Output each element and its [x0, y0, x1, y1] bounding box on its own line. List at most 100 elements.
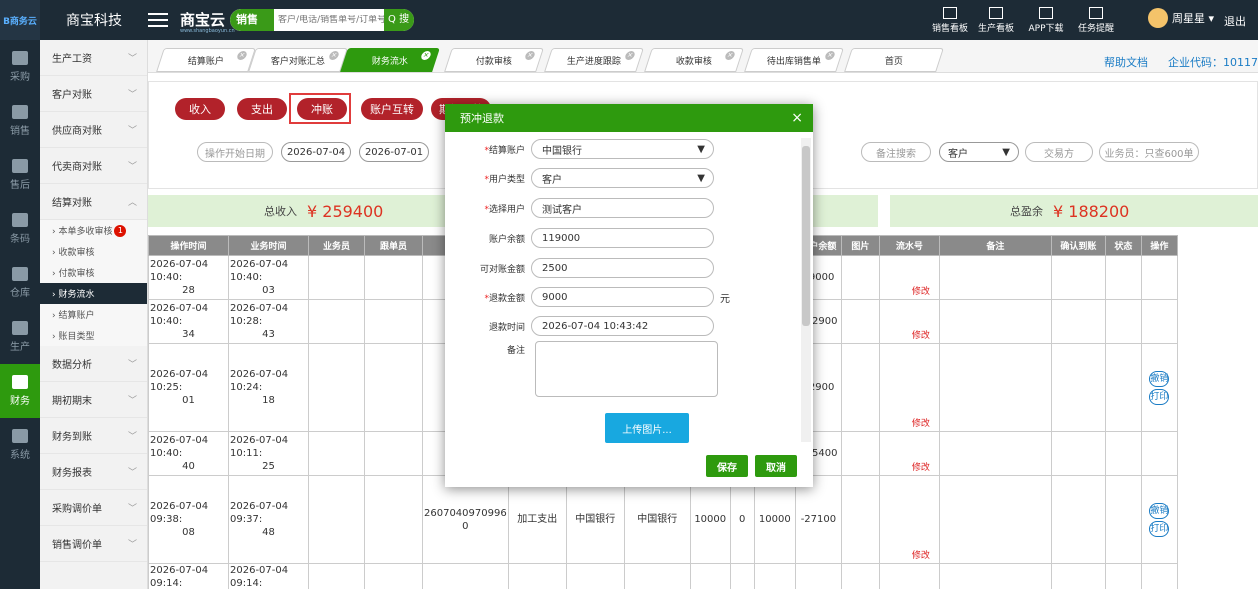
print-button[interactable]: 打印	[1149, 520, 1170, 537]
customer-select[interactable]: 客户 ▼	[939, 142, 1019, 162]
close-icon[interactable]: ×	[824, 51, 836, 60]
close-icon[interactable]: ×	[524, 51, 536, 60]
module-barcode[interactable]: 条码	[0, 202, 40, 256]
module-finance[interactable]: 财务	[0, 364, 40, 418]
sidebar-item-finance-arrival[interactable]: 财务到账 ﹀	[40, 418, 147, 454]
sidebar-item-agent-recon[interactable]: 代卖商对账 ﹀	[40, 148, 147, 184]
cell-op-time: 2026-07-04 09:38: 08	[148, 475, 229, 564]
module-purchase[interactable]: 采购	[0, 40, 40, 94]
module-aftersale[interactable]: 售后	[0, 148, 40, 202]
remark-textarea[interactable]	[535, 341, 718, 397]
user-label-text: 选择用户	[488, 204, 525, 215]
sidebar-item-finance-report[interactable]: 财务报表 ﹀	[40, 454, 147, 490]
date-field-1[interactable]: 2026-07-04	[281, 142, 351, 162]
cell	[840, 299, 880, 344]
available-field[interactable]: 2500	[531, 258, 714, 278]
cancel-button[interactable]: 取消	[755, 455, 797, 477]
tab-payment-audit[interactable]: 付款审核 ×	[444, 48, 544, 72]
sidebar-sub-payment-audit[interactable]: › 付款审核	[40, 262, 147, 283]
edit-link[interactable]: 修改	[881, 286, 938, 299]
tab-pending-outbound[interactable]: 待出库销售单 ×	[744, 48, 844, 72]
remark-label: 备注	[506, 346, 525, 356]
edit-link[interactable]: 修改	[881, 550, 938, 563]
cell-op-time: 2026-07-04 10:40: 28	[148, 255, 229, 300]
close-icon[interactable]: ×	[624, 51, 636, 60]
form-row-time: 退款时间 2026-07-04 10:43:42	[445, 313, 805, 339]
start-date-field[interactable]: 操作开始日期	[197, 142, 273, 162]
edit-link[interactable]: 修改	[881, 330, 938, 343]
sidebar-sub-settle-account[interactable]: › 结算账户	[40, 304, 147, 325]
cancel-entry-button[interactable]: 撤销	[1149, 502, 1170, 519]
scrollbar-thumb[interactable]	[802, 146, 810, 326]
search-button[interactable]: Q 搜索	[384, 9, 414, 31]
edit-link[interactable]: 修改	[881, 418, 938, 431]
sidebar-item-sales-price[interactable]: 销售调价单 ﹀	[40, 526, 147, 562]
sidebar-item-customer-recon[interactable]: 客户对账 ﹀	[40, 76, 147, 112]
upload-image-button[interactable]: 上传图片...	[605, 413, 689, 443]
user-field[interactable]: 测试客户	[531, 198, 714, 218]
nav-production-board[interactable]: 生产看板	[970, 0, 1022, 40]
close-icon[interactable]: ×	[724, 51, 736, 60]
usertype-select[interactable]: 客户 ▼	[531, 168, 714, 188]
help-doc-link[interactable]: 帮助文档	[1104, 54, 1148, 70]
account-transfer-button[interactable]: 账户互转	[361, 98, 423, 120]
income-button[interactable]: 收入	[175, 98, 225, 120]
col-op-time: 操作时间	[148, 235, 229, 256]
tab-finance-flow[interactable]: 财务流水 ×	[340, 48, 440, 72]
cell-line: 2026-07-04 10:24:	[230, 369, 289, 393]
remark-search-field[interactable]: 备注搜索	[861, 142, 931, 162]
module-warehouse[interactable]: 仓库	[0, 256, 40, 310]
close-icon[interactable]: ×	[328, 51, 340, 60]
print-button[interactable]: 打印	[1149, 388, 1170, 405]
dialog-scrollbar[interactable]	[801, 138, 811, 442]
balance-field[interactable]: 119000	[531, 228, 714, 248]
dialog-header: 预冲退款 ×	[445, 104, 813, 132]
sidebar-sub-finance-flow[interactable]: › 财务流水	[40, 283, 147, 304]
cell-amount: 10000	[689, 475, 731, 564]
refund-unit: 元	[720, 293, 730, 305]
module-system[interactable]: 系统	[0, 418, 40, 472]
cell	[753, 563, 796, 589]
logout-link[interactable]: 退出	[1224, 13, 1246, 29]
user-menu[interactable]: 周星星 ▾	[1148, 8, 1214, 28]
sidebar-sub-overpay-audit[interactable]: › 本单多收审核 1	[40, 220, 147, 241]
sidebar-item-data-analysis[interactable]: 数据分析 ﹀	[40, 346, 147, 382]
module-sales[interactable]: 销售	[0, 94, 40, 148]
sidebar-item-purchase-price[interactable]: 采购调价单 ﹀	[40, 490, 147, 526]
tab-customer-summary[interactable]: 客户对账汇总 ×	[248, 48, 348, 72]
sidebar-item-settlement[interactable]: 结算对账 ︿	[40, 184, 147, 220]
tab-receipt-audit[interactable]: 收款审核 ×	[644, 48, 744, 72]
close-icon[interactable]: ×	[791, 110, 803, 126]
close-icon[interactable]: ×	[236, 51, 248, 60]
search-input[interactable]	[274, 15, 385, 25]
save-button[interactable]: 保存	[706, 455, 748, 477]
sidebar-sub-account-type[interactable]: › 账目类型	[40, 325, 147, 346]
sidebar-item-wages[interactable]: 生产工资 ﹀	[40, 40, 147, 76]
sidebar-item-period[interactable]: 期初期末 ﹀	[40, 382, 147, 418]
cancel-entry-button[interactable]: 撤销	[1149, 370, 1170, 387]
nav-task-reminder[interactable]: 任务提醒	[1070, 0, 1122, 40]
sidebar-sub-receipt-audit[interactable]: › 收款审核	[40, 241, 147, 262]
refund-time-input[interactable]: 2026-07-04 10:43:42	[531, 316, 714, 336]
account-select[interactable]: 中国银行 ▼	[531, 139, 714, 159]
expense-button[interactable]: 支出	[237, 98, 287, 120]
nav-sales-board[interactable]: 销售看板	[924, 0, 976, 40]
date-field-2[interactable]: 2026-07-01	[359, 142, 429, 162]
tab-production-progress[interactable]: 生产进度跟踪 ×	[544, 48, 644, 72]
cell	[364, 563, 423, 589]
close-icon[interactable]: ×	[420, 51, 432, 60]
tab-home[interactable]: 首页	[844, 48, 944, 72]
app-logo[interactable]: B商务云	[0, 0, 40, 40]
trader-field[interactable]: 交易方	[1025, 142, 1093, 162]
tab-label: 财务流水	[371, 56, 408, 67]
search-type-select[interactable]: 销售单 ▼	[230, 9, 275, 31]
nav-app-download[interactable]: APP下载	[1020, 0, 1072, 40]
refund-amount-input[interactable]: 9000	[531, 287, 714, 307]
cell	[840, 343, 880, 432]
sidebar-item-supplier-recon[interactable]: 供应商对账 ﹀	[40, 112, 147, 148]
clerk-field[interactable]: 业务员：只查600单	[1099, 142, 1199, 162]
menu-toggle-icon[interactable]	[148, 10, 168, 30]
tab-settle-account[interactable]: 结算账户 ×	[156, 48, 256, 72]
module-production[interactable]: 生产	[0, 310, 40, 364]
edit-link[interactable]: 修改	[881, 462, 938, 475]
